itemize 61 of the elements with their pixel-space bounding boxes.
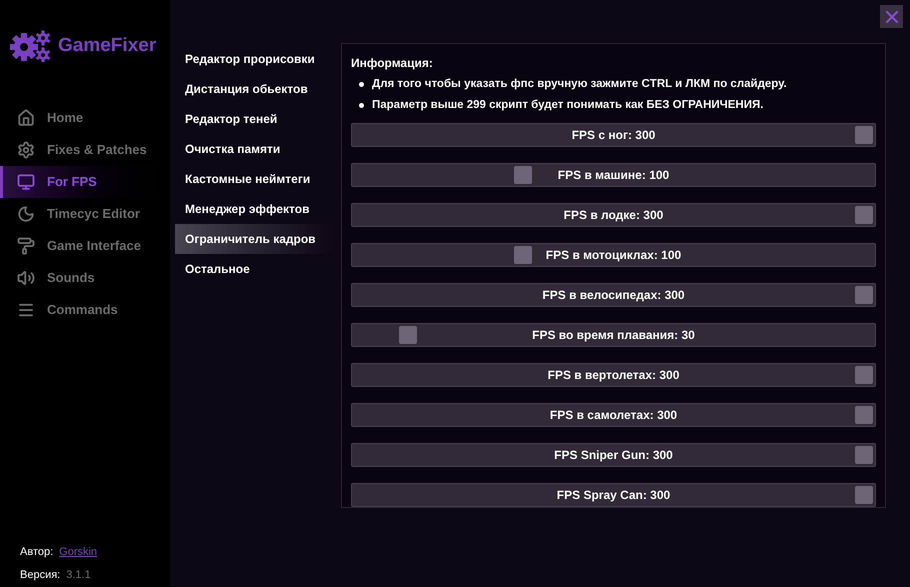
menu-icon [17,301,35,319]
fps-slider[interactable]: FPS в вертолетах: 300 [351,362,876,386]
version-number: 3.1.1 [66,568,91,582]
app-title: GameFixer [58,34,156,58]
slider-thumb[interactable] [855,446,873,464]
submenu-item[interactable]: Очистка памяти [175,134,335,164]
paint-roller-icon [17,237,35,255]
submenu-item[interactable]: Кастомные неймтеги [175,164,335,194]
fps-slider[interactable]: FPS в самолетах: 300 [351,402,876,426]
slider-label: FPS в вертолетах: 300 [548,366,680,384]
monitor-icon [17,173,35,191]
slider-thumb[interactable] [855,126,873,144]
nav-item[interactable]: Fixes & Patches [0,134,170,166]
bullet-icon [359,103,364,108]
fps-slider[interactable]: FPS в велосипедах: 300 [351,282,876,306]
nav-item[interactable]: Timecyc Editor [0,198,170,230]
nav-item[interactable]: Sounds [0,262,170,294]
slider-thumb[interactable] [399,326,418,344]
submenu-item[interactable]: Дистанция обьектов [175,74,335,104]
slider-thumb[interactable] [855,286,873,304]
close-button[interactable] [880,5,903,28]
slider-thumb[interactable] [855,366,873,384]
slider-label: FPS в самолетах: 300 [550,406,678,424]
fps-slider[interactable]: FPS в мотоциклах: 100 [351,242,876,266]
slider-thumb[interactable] [855,406,873,424]
submenu-item[interactable]: Редактор теней [175,104,335,134]
slider-thumb[interactable] [855,486,873,504]
slider-label: FPS в машине: 100 [558,166,670,184]
slider-label: FPS в лодке: 300 [564,206,664,224]
info-title: Информация: [351,55,434,72]
home-icon [17,109,35,127]
nav-item[interactable]: Game Interface [0,230,170,262]
submenu-item[interactable]: Остальное [175,254,335,284]
fps-slider[interactable]: FPS с ног: 300 [351,122,876,146]
fps-slider[interactable]: FPS в лодке: 300 [351,202,876,226]
slider-label: FPS с ног: 300 [572,126,656,144]
info-text: Для того чтобы указать фпс вручную зажмите CTRL и ЛКМ по слайдеру. [372,77,787,92]
slider-label: FPS во время плавания: 30 [532,326,695,344]
slider-label: FPS Sniper Gun: 300 [554,446,673,464]
bullet-icon [359,82,364,88]
version-label: Версия: [20,568,60,582]
slider-label: FPS в мотоциклах: 100 [546,246,682,264]
author-label: Автор: [20,545,54,560]
submenu-item[interactable]: Менеджер эффектов [175,194,335,224]
moon-icon [17,205,35,223]
slider-label: FPS Spray Can: 300 [556,486,670,504]
speaker-icon [17,269,35,287]
slider-thumb[interactable] [514,246,532,264]
nav-item[interactable]: Home [0,102,170,134]
gears-logo-icon [10,30,52,62]
submenu-item[interactable]: Редактор прорисовки [175,44,335,74]
fps-slider[interactable]: FPS Sniper Gun: 300 [351,442,876,466]
fps-slider[interactable]: FPS Spray Can: 300 [351,482,876,506]
fps-slider[interactable]: FPS во время плавания: 30 [351,322,876,346]
slider-thumb[interactable] [514,166,532,184]
nav-item[interactable]: Commands [0,294,170,326]
fps-slider[interactable]: FPS в машине: 100 [351,162,876,186]
info-text: Параметр выше 299 скрипт будет понимать как БЕЗ ОГРАНИЧЕНИЯ. [372,98,764,114]
slider-thumb[interactable] [855,206,873,224]
gear-icon [17,141,35,159]
slider-label: FPS в велосипедах: 300 [542,286,685,304]
